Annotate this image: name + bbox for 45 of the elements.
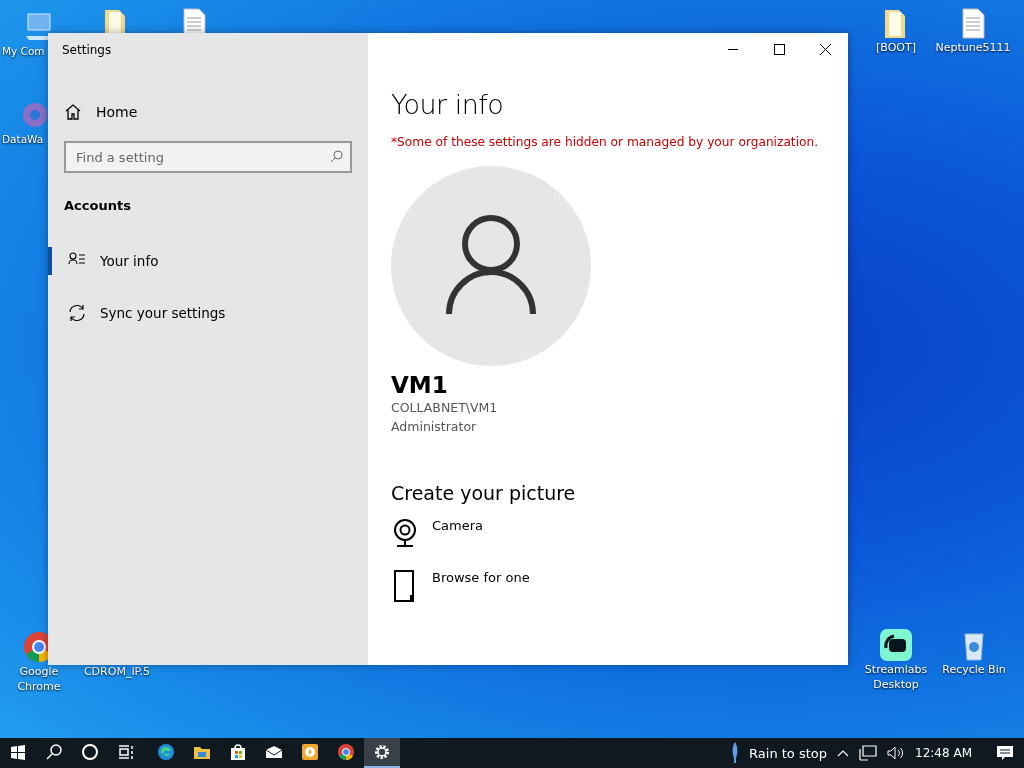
windows-icon (9, 743, 27, 761)
icon-label[interactable]: [BOOT] (876, 40, 916, 55)
volume-icon[interactable] (887, 745, 906, 761)
network-icon[interactable] (859, 745, 878, 761)
chevron-up-icon[interactable] (837, 749, 850, 757)
notification-icon[interactable] (996, 745, 1014, 761)
task-view-icon (117, 743, 135, 761)
webcam-icon (391, 518, 419, 550)
sync-icon (68, 304, 86, 322)
envelope-icon (265, 743, 283, 761)
chrome-icon (337, 743, 355, 761)
clock[interactable]: 12:48 AM (915, 746, 972, 760)
account-role: Administrator (391, 418, 478, 436)
section-heading: Create your picture (391, 482, 577, 504)
picture-option[interactable]: Camera (391, 518, 484, 550)
taskbar-button[interactable] (364, 738, 400, 768)
edge-icon (157, 743, 175, 761)
icon-label[interactable]: Neptune5111 (935, 40, 1011, 55)
icon-label[interactable]: Google Chrome (10, 664, 68, 694)
section-heading: Accounts (64, 198, 132, 213)
picture-option[interactable]: Browse for one (391, 570, 530, 602)
weather-text[interactable]: Rain to stop (749, 745, 828, 761)
search-icon (330, 150, 343, 163)
search-icon (45, 743, 63, 761)
account-name: COLLABNET\VM1 (391, 399, 499, 417)
window-title: Settings (61, 42, 113, 59)
circle-icon (81, 743, 99, 761)
user-name: VM1 (391, 372, 449, 398)
page-heading: Your info (391, 89, 505, 120)
shopping-bag-icon (229, 743, 247, 761)
policy-notice: *Some of these settings are hidden or managed by your organization. (391, 135, 820, 149)
home-link[interactable]: Home (64, 103, 352, 120)
media-player-icon (301, 743, 319, 761)
maximize-icon (773, 43, 785, 55)
search-field[interactable]: Find a setting (64, 141, 352, 173)
nav-item[interactable]: Sync your settings (48, 299, 368, 327)
close-icon (819, 43, 831, 55)
streamlabs-icon (879, 628, 913, 662)
home-icon (64, 103, 82, 120)
icon-label[interactable]: Streamlabs Desktop (860, 662, 932, 692)
icon-label[interactable]: Recycle Bin (942, 662, 1006, 677)
umbrella-icon[interactable] (731, 742, 740, 764)
icon-label[interactable]: My Com (2, 44, 45, 59)
icon-label[interactable]: DataWa (2, 132, 44, 147)
icon-label[interactable]: CDROM_IP.5 (83, 664, 151, 679)
